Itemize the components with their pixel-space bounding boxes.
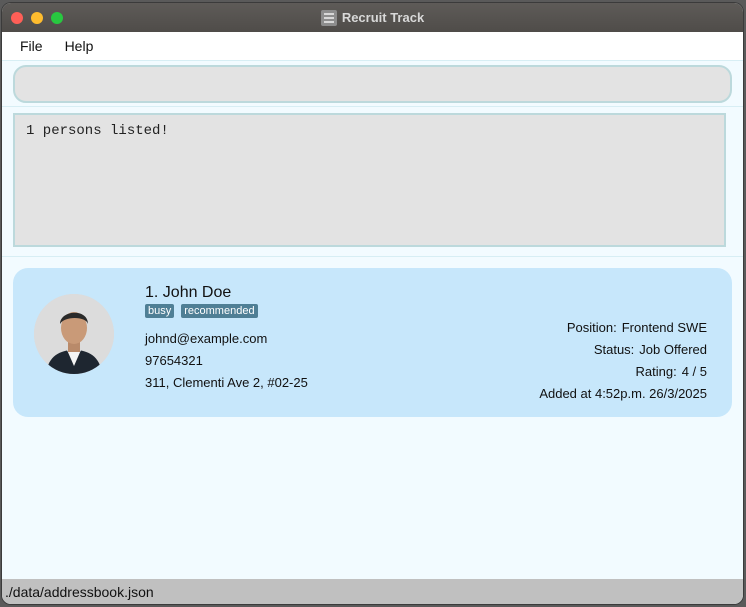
divider [2,256,743,257]
tag-busy: busy [145,304,175,318]
status-value: Job Offered [639,342,707,357]
window-title-group: Recruit Track [2,3,743,32]
menu-bar: File Help [2,32,743,61]
added-row: Added at 4:52p.m. 26/3/2025 [539,386,707,401]
person-email: johnd@example.com [145,331,268,346]
divider [2,106,743,107]
result-display: 1 persons listed! [13,113,726,247]
app-window: Recruit Track File Help 1 persons listed… [2,3,743,604]
status-bar: ./data/addressbook.json [2,579,743,604]
person-phone: 97654321 [145,353,203,368]
rating-label: Rating: [635,364,677,379]
save-file-path: ./data/addressbook.json [5,583,154,600]
person-address: 311, Clementi Ave 2, #02-25 [145,375,308,390]
menu-file[interactable]: File [20,38,43,54]
position-label: Position: [566,320,617,335]
tag-recommended: recommended [181,304,258,318]
added-timestamp: Added at 4:52p.m. 26/3/2025 [539,386,707,401]
avatar-photo [34,294,114,374]
person-card[interactable]: 1. John Doe busy recommended johnd@examp… [13,268,732,417]
status-row: Status: Job Offered [594,342,707,357]
command-input[interactable] [15,67,730,101]
position-value: Frontend SWE [621,320,707,335]
window-title: Recruit Track [341,10,425,25]
menu-help[interactable]: Help [65,38,94,54]
title-bar: Recruit Track [2,3,743,32]
avatar [34,294,114,374]
position-row: Position: Frontend SWE [567,320,707,335]
command-box [13,65,732,103]
rating-row: Rating: 4 / 5 [636,364,708,379]
tag-list: busy recommended [145,304,258,318]
rating-value: 4 / 5 [681,364,707,379]
app-icon [320,9,337,26]
person-name: 1. John Doe [145,284,232,301]
status-label: Status: [593,342,635,357]
